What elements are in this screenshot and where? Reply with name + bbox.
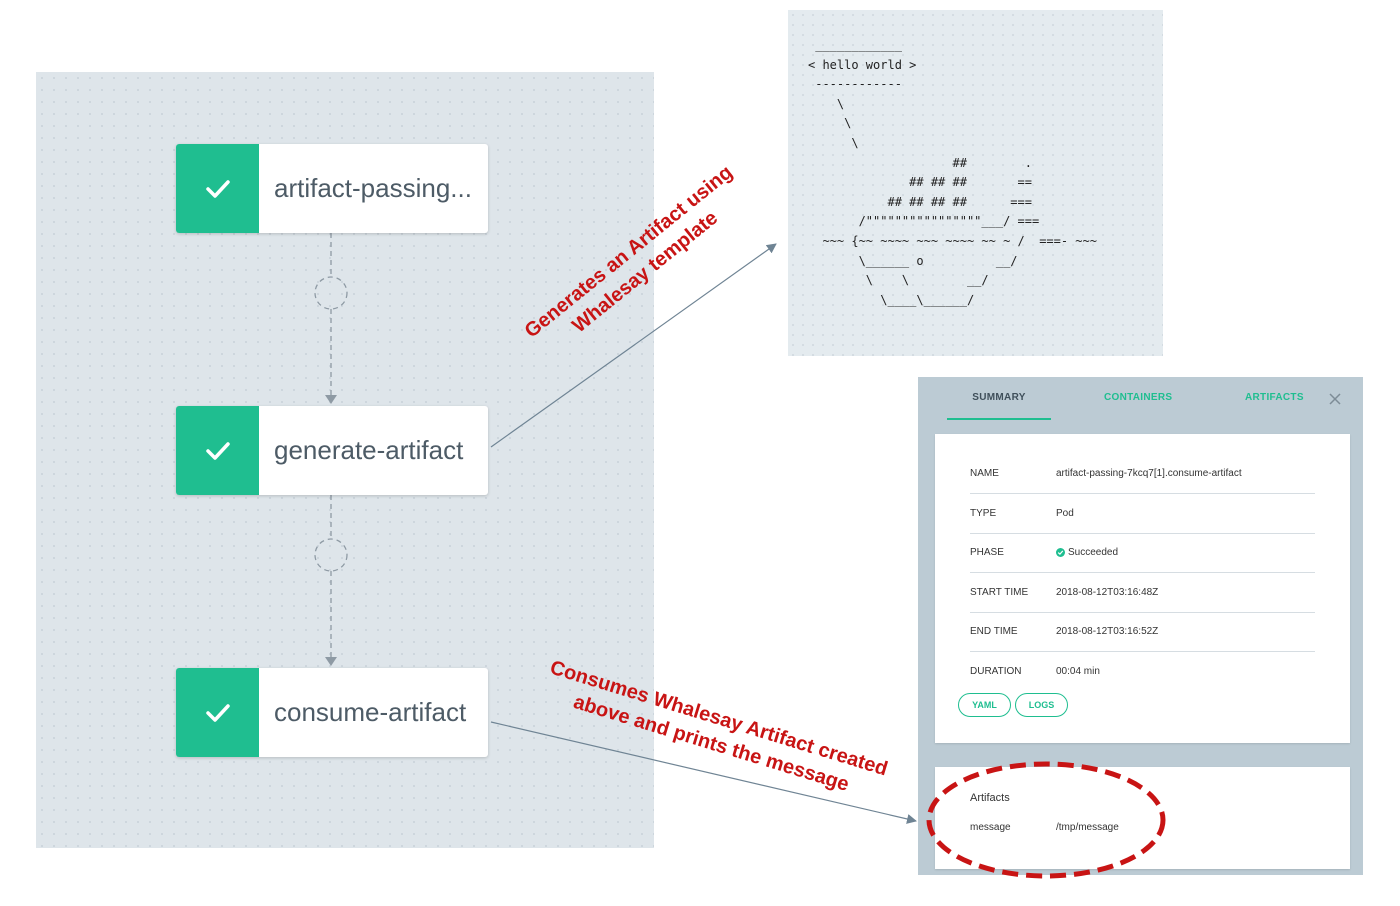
annotation-overlay — [490, 243, 1166, 879]
artifact-highlight-ellipse — [926, 761, 1166, 879]
